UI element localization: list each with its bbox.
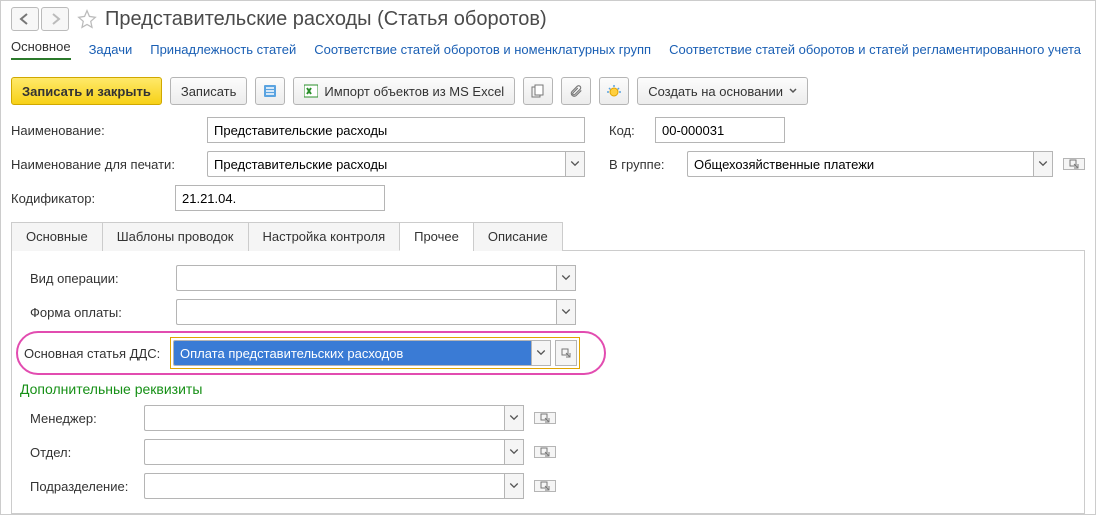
subdiv-label: Подразделение: bbox=[30, 479, 138, 494]
create-based-button[interactable]: Создать на основании bbox=[637, 77, 808, 105]
tab-corr-reg[interactable]: Соответствие статей оборотов и статей ре… bbox=[669, 42, 1081, 57]
name-input[interactable] bbox=[207, 117, 585, 143]
pay-form-label: Форма оплаты: bbox=[30, 305, 170, 320]
dept-dropdown-button[interactable] bbox=[504, 439, 524, 465]
tab-main[interactable]: Основное bbox=[11, 39, 71, 60]
tab-corr-nom[interactable]: Соответствие статей оборотов и номенклат… bbox=[314, 42, 651, 57]
print-name-label: Наименование для печати: bbox=[11, 157, 201, 172]
import-excel-button[interactable]: Импорт объектов из MS Excel bbox=[293, 77, 515, 105]
dept-open-button[interactable] bbox=[534, 446, 556, 458]
dds-highlight-ring: Основная статья ДДС: bbox=[16, 331, 606, 375]
dept-input[interactable] bbox=[144, 439, 504, 465]
manager-open-button[interactable] bbox=[534, 412, 556, 424]
codifier-label: Кодификатор: bbox=[11, 191, 169, 206]
create-based-label: Создать на основании bbox=[648, 84, 783, 99]
report-button[interactable] bbox=[255, 77, 285, 105]
save-close-button[interactable]: Записать и закрыть bbox=[11, 77, 162, 105]
dds-dropdown-button[interactable] bbox=[531, 340, 551, 366]
hint-button[interactable] bbox=[599, 77, 629, 105]
subdiv-input[interactable] bbox=[144, 473, 504, 499]
attach-button[interactable] bbox=[561, 77, 591, 105]
page-title: Представительские расходы (Статья оборот… bbox=[105, 8, 547, 31]
other-panel: Вид операции: Форма оплаты: Основная ста… bbox=[11, 251, 1085, 514]
nav-tabs: Основное Задачи Принадлежность статей Со… bbox=[1, 33, 1095, 69]
toolbar: Записать и закрыть Записать Импорт объек… bbox=[1, 69, 1095, 113]
dept-label: Отдел: bbox=[30, 445, 138, 460]
subtab-other[interactable]: Прочее bbox=[399, 222, 474, 251]
name-label: Наименование: bbox=[11, 123, 201, 138]
subdiv-dropdown-button[interactable] bbox=[504, 473, 524, 499]
dds-label: Основная статья ДДС: bbox=[24, 346, 164, 361]
group-input[interactable] bbox=[687, 151, 1033, 177]
manager-dropdown-button[interactable] bbox=[504, 405, 524, 431]
extra-heading: Дополнительные реквизиты bbox=[20, 381, 1076, 397]
op-type-dropdown-button[interactable] bbox=[556, 265, 576, 291]
manager-input[interactable] bbox=[144, 405, 504, 431]
codifier-input[interactable] bbox=[175, 185, 385, 211]
subtab-templates[interactable]: Шаблоны проводок bbox=[102, 222, 249, 251]
dds-input[interactable] bbox=[173, 340, 531, 366]
tab-tasks[interactable]: Задачи bbox=[89, 42, 133, 57]
pay-form-dropdown-button[interactable] bbox=[556, 299, 576, 325]
code-input[interactable] bbox=[655, 117, 785, 143]
group-label: В группе: bbox=[609, 157, 681, 172]
save-button[interactable]: Записать bbox=[170, 77, 248, 105]
favorite-star-icon[interactable] bbox=[77, 9, 97, 29]
group-dropdown-button[interactable] bbox=[1033, 151, 1053, 177]
subtab-control[interactable]: Настройка контроля bbox=[248, 222, 401, 251]
chevron-down-icon bbox=[789, 87, 797, 95]
op-type-label: Вид операции: bbox=[30, 271, 170, 286]
subtab-desc[interactable]: Описание bbox=[473, 222, 563, 251]
print-name-dropdown-button[interactable] bbox=[565, 151, 585, 177]
op-type-input[interactable] bbox=[176, 265, 556, 291]
group-open-button[interactable] bbox=[1063, 158, 1085, 170]
pay-form-input[interactable] bbox=[176, 299, 556, 325]
code-label: Код: bbox=[609, 123, 649, 138]
excel-icon bbox=[304, 84, 318, 98]
print-name-input[interactable] bbox=[207, 151, 565, 177]
manager-label: Менеджер: bbox=[30, 411, 138, 426]
dds-open-button[interactable] bbox=[555, 340, 577, 366]
forward-button[interactable] bbox=[41, 7, 69, 31]
subdiv-open-button[interactable] bbox=[534, 480, 556, 492]
import-excel-label: Импорт объектов из MS Excel bbox=[324, 84, 504, 99]
back-button[interactable] bbox=[11, 7, 39, 31]
tab-membership[interactable]: Принадлежность статей bbox=[150, 42, 296, 57]
copy-button[interactable] bbox=[523, 77, 553, 105]
subtab-main[interactable]: Основные bbox=[11, 222, 103, 251]
subtabs: Основные Шаблоны проводок Настройка конт… bbox=[11, 221, 1085, 251]
